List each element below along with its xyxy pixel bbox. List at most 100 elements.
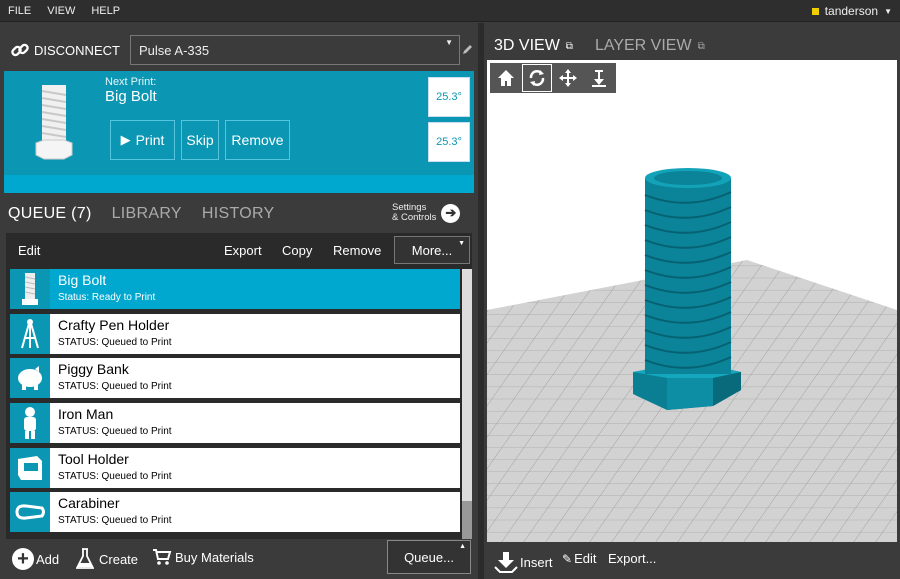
item-name: Iron Man xyxy=(58,406,114,423)
list-item[interactable]: Crafty Pen Holder STATUS: Queued to Prin… xyxy=(10,313,460,354)
left-bottom-bar: + Add Create Buy Materials Queue... ▲ xyxy=(0,540,478,579)
pencil-icon[interactable] xyxy=(462,43,474,55)
more-button[interactable]: More... ▼ xyxy=(394,236,470,264)
remove-queue-button[interactable]: Remove xyxy=(333,243,381,258)
add-label: Add xyxy=(36,551,60,567)
link-icon xyxy=(11,43,29,57)
menu-bar: FILE VIEW HELP tanderson ▼ xyxy=(0,0,900,22)
create-button[interactable]: Create xyxy=(76,548,138,570)
pen-holder-icon xyxy=(10,313,50,354)
item-name: Crafty Pen Holder xyxy=(58,316,170,333)
export-model-button[interactable]: Export... xyxy=(608,551,656,566)
print-button[interactable]: ▶ Print xyxy=(110,120,175,160)
buy-label: Buy Materials xyxy=(175,549,254,565)
skip-button[interactable]: Skip xyxy=(181,120,219,160)
right-bottom-bar: Insert ✎ Edit Export... xyxy=(484,545,900,579)
queue-scrollbar[interactable] xyxy=(462,269,472,539)
view-toolbar xyxy=(490,63,616,93)
tab-3d-label: 3D VIEW xyxy=(494,37,560,54)
list-item[interactable]: Piggy Bank STATUS: Queued to Print xyxy=(10,358,460,399)
user-menu[interactable]: tanderson ▼ xyxy=(811,0,892,22)
bed-temp-readout[interactable]: 25.3° xyxy=(428,122,470,162)
add-button[interactable]: + Add xyxy=(12,548,59,570)
settings-label-line2: & Controls xyxy=(392,212,437,223)
tab-layer-view[interactable]: LAYER VIEW ⧉ xyxy=(595,37,705,55)
item-status: STATUS: Queued to Print xyxy=(58,426,172,438)
app-window: FILE VIEW HELP tanderson ▼ DISCONNECT Pu… xyxy=(0,0,900,579)
printer-select[interactable]: Pulse A-335 ▼ xyxy=(130,35,460,65)
arrow-right-icon: ➔ xyxy=(441,203,461,223)
settings-label: Settings & Controls xyxy=(392,203,436,223)
insert-button[interactable]: Insert xyxy=(494,551,553,573)
insert-arrow-icon xyxy=(494,552,518,573)
chevron-down-icon: ▼ xyxy=(445,38,453,47)
list-item[interactable]: Tool Holder STATUS: Queued to Print xyxy=(10,447,460,488)
tool-holder-icon xyxy=(10,447,50,488)
item-name: Tool Holder xyxy=(58,450,129,467)
export-button[interactable]: Export xyxy=(224,243,262,258)
copy-button[interactable]: Copy xyxy=(282,243,312,258)
bolt-thumbnail-icon xyxy=(35,85,73,160)
queue-toolbar: Edit Export Copy Remove More... ▼ xyxy=(6,233,472,267)
disconnect-label: DISCONNECT xyxy=(34,42,120,58)
drop-to-bed-icon[interactable] xyxy=(584,64,614,92)
settings-controls-button[interactable]: Settings & Controls ➔ xyxy=(392,203,461,223)
home-view-icon[interactable] xyxy=(491,64,521,92)
play-icon: ▶ xyxy=(120,132,131,147)
edit-queue-button[interactable]: Edit xyxy=(18,243,40,258)
external-link-icon: ⧉ xyxy=(565,40,573,52)
print-label: Print xyxy=(135,132,165,148)
print-bed-scene xyxy=(487,60,897,542)
chevron-up-icon: ▲ xyxy=(459,543,466,550)
tab-3d-view[interactable]: 3D VIEW ⧉ xyxy=(494,37,573,55)
3d-viewport[interactable] xyxy=(487,60,897,542)
pencil-icon: ✎ xyxy=(562,551,573,566)
view-tabs: 3D VIEW ⧉ LAYER VIEW ⧉ xyxy=(494,37,727,55)
rotate-icon[interactable] xyxy=(522,64,552,92)
disconnect-button[interactable]: DISCONNECT xyxy=(4,35,126,65)
item-name: Carabiner xyxy=(58,495,120,512)
insert-label: Insert xyxy=(520,554,553,570)
bolt-icon xyxy=(10,269,50,309)
username: tanderson xyxy=(824,4,879,18)
carabiner-icon xyxy=(10,492,50,533)
connection-bar: DISCONNECT Pulse A-335 ▼ xyxy=(4,31,476,69)
queue-menu-button[interactable]: Queue... ▲ xyxy=(387,540,471,574)
tab-layer-label: LAYER VIEW xyxy=(594,37,692,54)
edit-model-button[interactable]: ✎ Edit xyxy=(562,551,596,566)
item-name: Big Bolt xyxy=(58,272,107,288)
menu-file[interactable]: FILE xyxy=(0,5,39,17)
item-status: STATUS: Queued to Print xyxy=(58,381,172,393)
move-icon[interactable] xyxy=(553,64,583,92)
buy-materials-button[interactable]: Buy Materials xyxy=(152,548,254,566)
queue-list: Big Bolt Status: Ready to Print Crafty P… xyxy=(10,269,460,539)
menu-view[interactable]: VIEW xyxy=(39,5,83,17)
scrollbar-thumb[interactable] xyxy=(462,501,472,539)
list-item[interactable]: Iron Man STATUS: Queued to Print xyxy=(10,403,460,444)
iron-man-icon xyxy=(10,403,50,444)
external-link-icon: ⧉ xyxy=(697,40,705,52)
piggy-bank-icon xyxy=(10,358,50,399)
item-status: STATUS: Queued to Print xyxy=(58,515,172,527)
user-status-icon xyxy=(811,7,819,15)
plus-circle-icon: + xyxy=(12,548,34,570)
list-item[interactable]: Big Bolt Status: Ready to Print xyxy=(10,269,460,309)
chevron-down-icon: ▼ xyxy=(884,6,892,16)
cart-icon xyxy=(153,549,172,565)
tab-library[interactable]: LIBRARY xyxy=(112,205,182,223)
item-status: Status: Ready to Print xyxy=(58,292,156,303)
item-name: Piggy Bank xyxy=(58,361,129,378)
extruder-temp-readout[interactable]: 25.3° xyxy=(428,77,470,117)
next-print-card: Next Print: Big Bolt ▶ Print Skip Remove… xyxy=(4,71,474,193)
printer-name: Pulse A-335 xyxy=(139,42,210,58)
tab-history[interactable]: HISTORY xyxy=(202,205,275,223)
right-panel: 3D VIEW ⧉ LAYER VIEW ⧉ Insert ✎ Edit Exp… xyxy=(484,23,900,579)
edit-label: Edit xyxy=(574,551,597,566)
remove-button[interactable]: Remove xyxy=(225,120,290,160)
list-item[interactable]: Carabiner STATUS: Queued to Print xyxy=(10,492,460,533)
item-status: STATUS: Queued to Print xyxy=(58,336,172,348)
menu-help[interactable]: HELP xyxy=(83,5,128,17)
chevron-down-icon: ▼ xyxy=(458,240,465,247)
left-panel: DISCONNECT Pulse A-335 ▼ Next Print: Big… xyxy=(0,23,478,579)
tab-queue[interactable]: QUEUE (7) xyxy=(8,205,92,223)
